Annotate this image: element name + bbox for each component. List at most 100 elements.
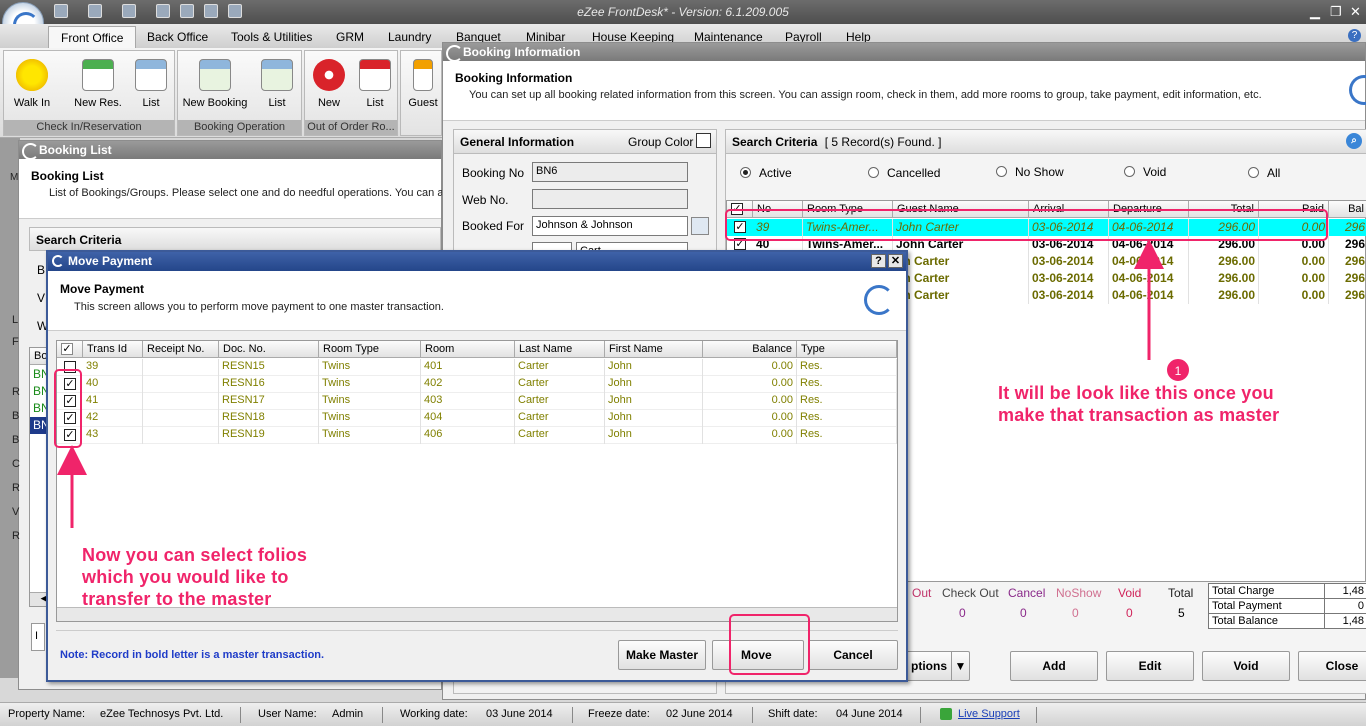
new-booking-icon	[199, 59, 231, 91]
table-cell	[143, 359, 219, 376]
general-info-title: General Information Group Color	[454, 130, 716, 154]
table-cell: 0.00	[1259, 287, 1329, 304]
header-select-all[interactable]: ✓	[57, 341, 83, 358]
table-cell: 04-06-2014	[1109, 253, 1189, 270]
table-cell: 296	[1329, 287, 1366, 304]
table-cell: Carter	[515, 410, 605, 427]
table-cell: 0.00	[703, 359, 797, 376]
table-cell: RESN18	[219, 410, 319, 427]
table-row[interactable]: 39 RESN15 Twins 401 Carter John 0.00 Res.	[57, 359, 897, 376]
cancel-button[interactable]: Cancel	[808, 640, 898, 670]
close-button[interactable]: Close	[1298, 651, 1366, 681]
radio-all[interactable]: All	[1248, 166, 1280, 180]
help-icon[interactable]: ?	[1348, 29, 1361, 42]
make-master-button[interactable]: Make Master	[618, 640, 706, 670]
table-cell: Carter	[515, 376, 605, 393]
help-icon[interactable]: ?	[871, 254, 886, 268]
table-cell: RESN16	[219, 376, 319, 393]
ezee-logo-icon	[864, 285, 894, 315]
move-button-highlight	[729, 614, 810, 675]
table-cell: 403	[421, 393, 515, 410]
table-cell: 0.00	[703, 410, 797, 427]
void-button[interactable]: Void	[1202, 651, 1290, 681]
table-cell: Res.	[797, 410, 897, 427]
contact-card-icon[interactable]	[691, 217, 709, 235]
table-cell: John	[605, 376, 703, 393]
booking-no-field[interactable]: BN6	[532, 162, 688, 182]
table-cell: 41	[83, 393, 143, 410]
left-strip-label-m: M	[10, 172, 19, 183]
table-cell: 04-06-2014	[1109, 287, 1189, 304]
table-cell: Carter	[515, 427, 605, 444]
group-color-swatch[interactable]	[696, 133, 711, 148]
guest-button[interactable]: Guest	[405, 59, 441, 109]
table-cell: Carter	[515, 359, 605, 376]
out-of-order-list-button[interactable]: List	[357, 59, 393, 109]
menu-front-office[interactable]: Front Office	[48, 26, 137, 48]
web-no-field[interactable]	[532, 189, 688, 209]
radio-active[interactable]: Active	[740, 166, 792, 180]
booking-list-search-criteria: Search Criteria	[29, 227, 441, 251]
table-row[interactable]: ✓ 41 RESN17 Twins 403 Carter John 0.00 Res.	[57, 393, 897, 410]
dropdown-arrow-icon[interactable]: ▼	[951, 652, 969, 680]
list-icon	[135, 59, 167, 91]
search-icon[interactable]: ⌕	[1346, 133, 1362, 149]
edit-button[interactable]: Edit	[1106, 651, 1194, 681]
walk-in-button[interactable]: Walk In	[8, 59, 56, 109]
radio-no-show[interactable]: No Show	[996, 165, 1064, 179]
live-support-icon	[940, 708, 952, 720]
booking-list-button[interactable]: List	[260, 59, 294, 109]
master-row-highlight	[725, 209, 1328, 241]
guest-icon	[413, 59, 433, 91]
menu-back-office[interactable]: Back Office	[147, 30, 208, 44]
walk-in-icon	[16, 59, 48, 91]
ezee-logo-icon	[1349, 75, 1366, 105]
table-cell: 03-06-2014	[1029, 270, 1109, 287]
booked-for-field[interactable]: Johnson & Johnson	[532, 216, 688, 236]
booking-info-titlebar: Booking Information	[443, 43, 1365, 62]
new-booking-button[interactable]: New Booking	[182, 59, 248, 109]
calendar-icon	[82, 59, 114, 91]
app-title: eZee FrontDesk* - Version: 6.1.209.005	[577, 5, 789, 19]
add-button[interactable]: Add	[1010, 651, 1098, 681]
menu-grm[interactable]: GRM	[336, 30, 364, 44]
restore-icon[interactable]: ❐	[1330, 4, 1342, 20]
radio-void[interactable]: Void	[1124, 165, 1166, 179]
table-cell: Twins	[319, 359, 421, 376]
live-support-link[interactable]: Live Support	[958, 708, 1020, 720]
group-booking: New Booking List Booking Operation	[177, 50, 302, 136]
table-row[interactable]: ✓ 42 RESN18 Twins 404 Carter John 0.00 Res.	[57, 410, 897, 427]
table-cell: 296.00	[1189, 253, 1259, 270]
table-cell: hn Carter	[893, 270, 1029, 287]
table-cell: 03-06-2014	[1029, 287, 1109, 304]
table-cell: 296	[1329, 253, 1366, 270]
menu-tools[interactable]: Tools & Utilities	[231, 30, 312, 44]
table-cell: 406	[421, 427, 515, 444]
new-out-of-order-button[interactable]: New	[309, 59, 349, 109]
table-cell: RESN15	[219, 359, 319, 376]
table-row[interactable]: ✓ 43 RESN19 Twins 406 Carter John 0.00 Res.	[57, 427, 897, 444]
master-note: Note: Record in bold letter is a master …	[60, 649, 325, 661]
mdi-background	[0, 138, 20, 678]
search-criteria-title: Search Criteria [ 5 Record(s) Found. ] ⌕	[726, 130, 1366, 154]
checkbox-highlight	[54, 369, 82, 448]
table-cell: Res.	[797, 393, 897, 410]
minimize-icon[interactable]: ▁	[1310, 4, 1320, 20]
table-cell: hn Carter	[893, 253, 1029, 270]
close-icon[interactable]: ✕	[888, 254, 903, 268]
table-cell: 43	[83, 427, 143, 444]
radio-cancelled[interactable]: Cancelled	[868, 166, 940, 180]
close-icon[interactable]: ✕	[1350, 4, 1361, 20]
table-row[interactable]: ✓ 40 RESN16 Twins 402 Carter John 0.00 Res.	[57, 376, 897, 393]
table-cell: 0.00	[703, 393, 797, 410]
table-cell: Res.	[797, 427, 897, 444]
app-title-bar: eZee FrontDesk* - Version: 6.1.209.005 ▁…	[0, 0, 1366, 24]
table-cell: 42	[83, 410, 143, 427]
table-cell: Carter	[515, 393, 605, 410]
menu-laundry[interactable]: Laundry	[388, 30, 431, 44]
new-reservation-button[interactable]: New Res.	[70, 59, 126, 109]
booking-list-bottom-button[interactable]: I	[31, 623, 45, 651]
reservation-list-button[interactable]: List	[134, 59, 168, 109]
table-cell: John	[605, 393, 703, 410]
table-cell: 40	[83, 376, 143, 393]
